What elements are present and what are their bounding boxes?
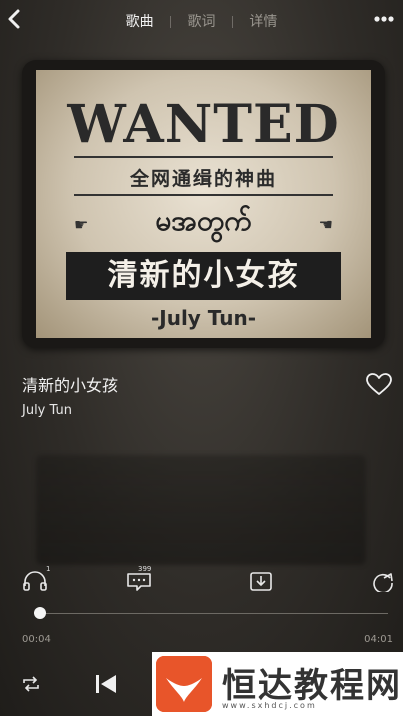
tab-song[interactable]: 歌曲 [114,11,166,31]
watermark-logo-icon [156,656,212,712]
comment-icon [127,573,151,591]
tab-lyrics[interactable]: 歌词 [176,11,228,31]
previous-icon[interactable] [94,672,118,696]
cover-wanted-text: WANTED [67,94,340,155]
listen-button[interactable] [22,570,48,592]
pointing-hand-icon: ☚ [318,215,333,234]
tab-divider [170,16,172,28]
progress-handle[interactable] [34,607,47,619]
current-time: 00:04 [22,634,51,645]
watermark: 恒达教程网 www.sxhdcj.com [152,652,403,716]
cover-rule [74,156,333,158]
download-icon [250,572,272,591]
top-bar: 歌曲 歌词 详情 [0,0,403,40]
more-icon[interactable] [373,12,395,26]
cover-artist: -July Tun- [150,306,257,330]
comment-button[interactable] [126,570,152,592]
heart-icon[interactable] [365,372,393,396]
share-icon [373,573,393,594]
listen-count: 1 [46,565,51,573]
cover-art: WANTED 全网通缉的神曲 ☛ မအတွက် ☚ 清新的小女孩 -July T… [36,70,371,338]
cover-subtitle: 全网通缉的神曲 [129,168,277,190]
song-artist[interactable]: July Tun [22,403,72,418]
tab-bar: 歌曲 歌词 详情 [0,11,403,31]
repeat-icon[interactable] [20,674,42,694]
cover-rule [74,194,333,196]
headphones-icon [23,571,47,591]
tab-details[interactable]: 详情 [237,11,289,31]
album-cover[interactable]: WANTED 全网通缉的神曲 ☛ မအတွက် ☚ 清新的小女孩 -July T… [22,60,385,348]
tab-divider [231,16,233,28]
lyrics-preview[interactable] [36,455,366,565]
download-button[interactable] [248,570,274,592]
comment-count: 399 [138,565,152,573]
song-title: 清新的小女孩 [22,376,119,395]
watermark-url: www.sxhdcj.com [222,701,317,710]
total-duration: 04:01 [364,634,393,645]
share-button[interactable] [370,570,396,594]
cover-title: 清新的小女孩 [66,252,341,300]
watermark-title: 恒达教程网 [222,666,402,706]
progress-bar[interactable] [34,613,388,614]
